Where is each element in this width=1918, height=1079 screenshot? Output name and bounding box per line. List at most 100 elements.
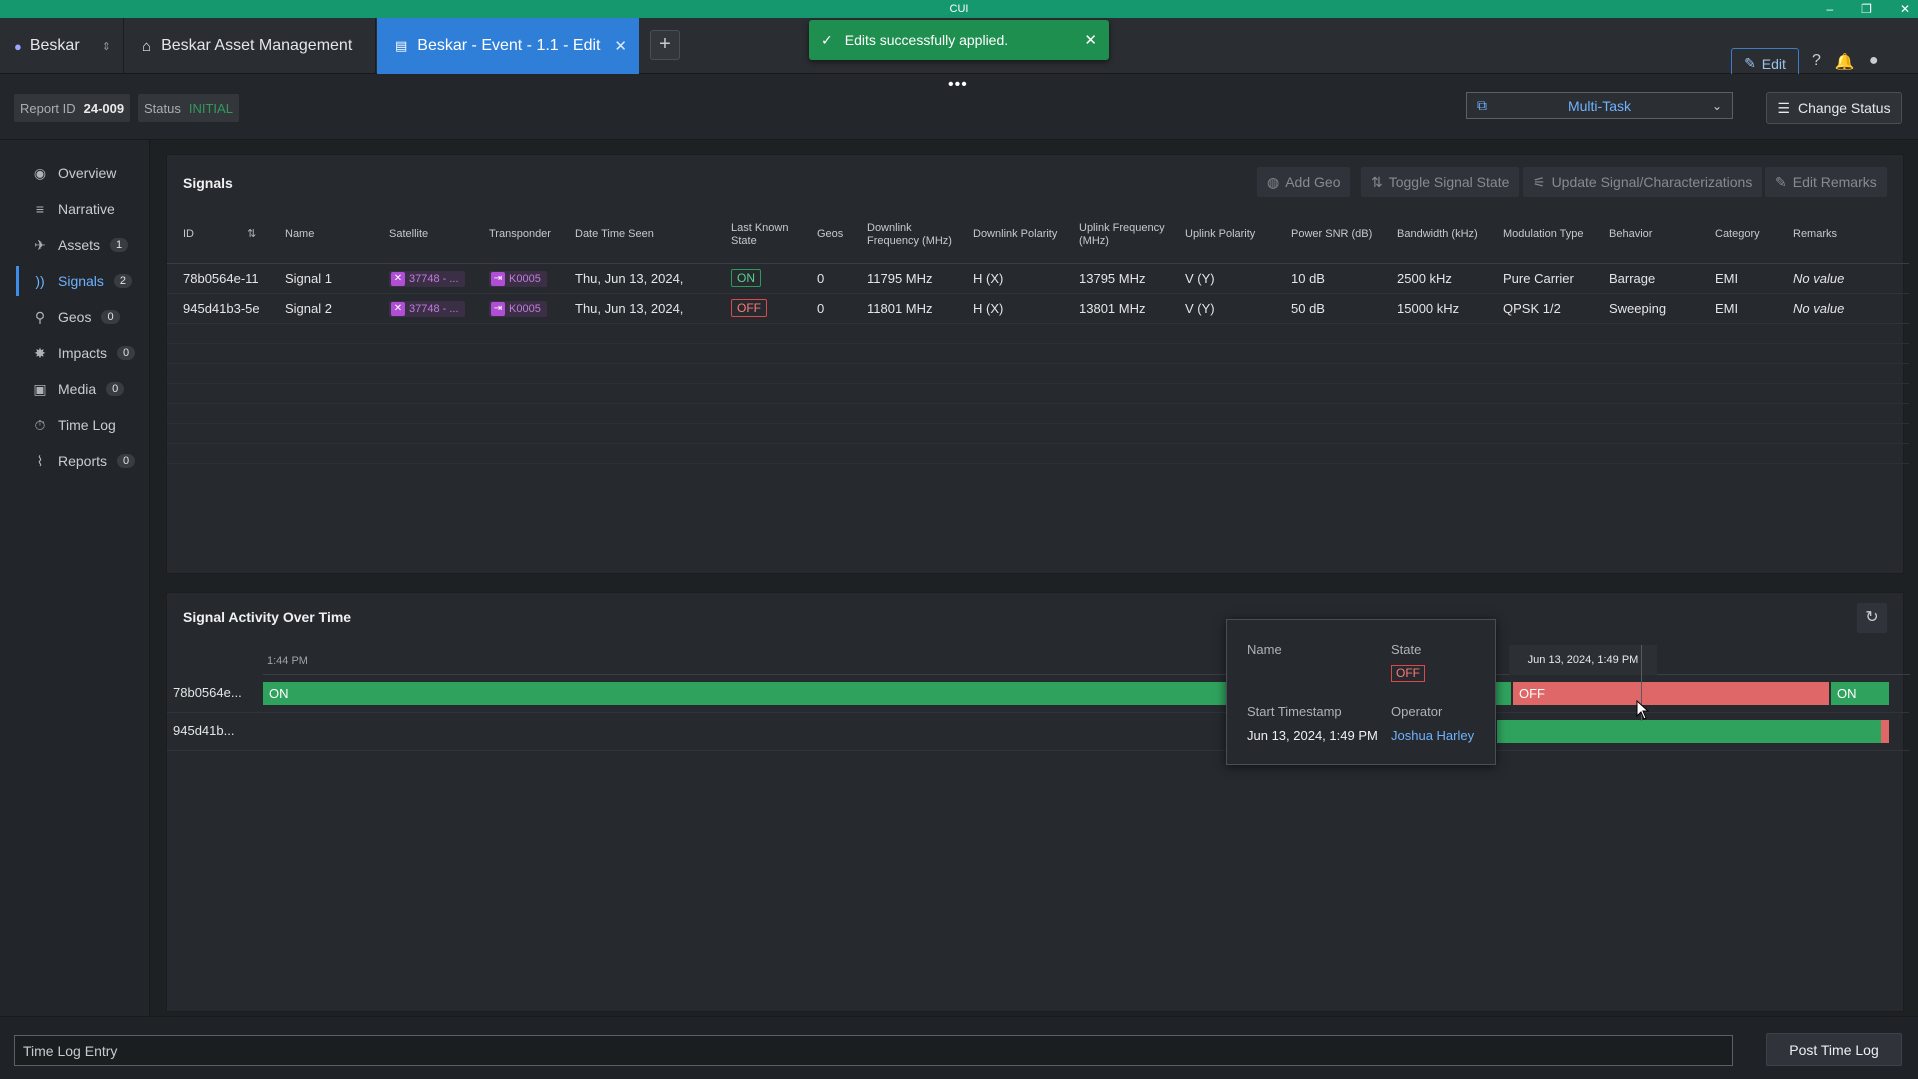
add-tab-button[interactable]: +	[650, 30, 680, 60]
cell-dl-pol: H (X)	[957, 263, 1063, 294]
sidebar-item-label: Narrative	[58, 201, 115, 217]
sidebar-item-signals[interactable]: )) Signals 2	[16, 266, 150, 296]
transponder-pill[interactable]: ⇥ K0005	[489, 271, 547, 287]
update-signal-button[interactable]: ⚟ Update Signal/Characterizations	[1523, 167, 1763, 197]
cell-category: EMI	[1699, 263, 1777, 294]
count-badge: 0	[117, 346, 136, 360]
tooltip-operator-link[interactable]: Joshua Harley	[1391, 728, 1474, 743]
help-icon[interactable]: ?	[1812, 52, 1821, 72]
col-behavior[interactable]: Behavior	[1593, 207, 1699, 264]
tooltip-operator-label: Operator	[1391, 704, 1443, 719]
close-tab-icon[interactable]: ✕	[614, 37, 627, 55]
count-badge: 0	[106, 382, 125, 396]
transponder-pill[interactable]: ⇥ K0005	[489, 301, 547, 317]
sliders-icon: ⚟	[1533, 173, 1546, 190]
empty-row	[167, 403, 1909, 424]
timeline-bar-off[interactable]	[1881, 720, 1889, 743]
sidebar-item-label: Overview	[58, 165, 117, 181]
change-status-label: Change Status	[1797, 100, 1891, 116]
cell-dl-freq: 11801 MHz	[851, 293, 957, 324]
col-date-time-seen[interactable]: Date Time Seen	[559, 207, 715, 264]
sidebar-item-label: Assets	[58, 237, 101, 253]
window-controls: – ❐ ✕	[1826, 0, 1910, 18]
sidebar-item-time-log[interactable]: ⏱ Time Log	[16, 410, 150, 440]
table-row[interactable]: 945d41b3-5e Signal 2 ✕ 37748 - ... ⇥ K0005…	[167, 293, 1909, 324]
activity-title: Signal Activity Over Time	[183, 609, 352, 625]
change-status-button[interactable]: ☰ Change Status	[1766, 92, 1902, 124]
col-id[interactable]: ID ⇅	[167, 207, 269, 264]
lines-icon: ≡	[35, 201, 45, 217]
sidebar-item-narrative[interactable]: ≡ Narrative	[16, 194, 150, 224]
updown-chevron-icon: ⇕	[101, 40, 111, 53]
col-downlink-polarity[interactable]: Downlink Polarity	[957, 207, 1063, 264]
sidebar: ◉ Overview ≡ Narrative ✈ Assets 1 )) Sig…	[0, 140, 150, 1016]
bell-icon[interactable]: 🔔	[1835, 52, 1855, 72]
multitask-select[interactable]: ⧉ Multi-Task ⌄	[1466, 92, 1733, 119]
edit-remarks-button[interactable]: ✎ Edit Remarks	[1765, 167, 1887, 197]
more-icon[interactable]: •••	[948, 76, 968, 94]
sidebar-item-label: Media	[58, 381, 97, 397]
tab-label: Beskar - Event - 1.1 - Edit	[417, 37, 601, 54]
sidebar-item-overview[interactable]: ◉ Overview	[16, 158, 150, 188]
sidebar-item-reports[interactable]: ⌇ Reports 0	[16, 446, 150, 476]
transponder-icon: ⇥	[491, 302, 505, 316]
col-modulation-type[interactable]: Modulation Type	[1487, 207, 1593, 264]
signals-title: Signals	[183, 175, 233, 191]
col-satellite[interactable]: Satellite	[373, 207, 473, 264]
sidebar-item-assets[interactable]: ✈ Assets 1	[16, 230, 150, 260]
toggle-signal-state-button[interactable]: ⇅ Toggle Signal State	[1361, 167, 1520, 197]
close-window-icon[interactable]: ✕	[1900, 0, 1910, 18]
tab-asset-management[interactable]: ⌂ Beskar Asset Management	[124, 18, 376, 74]
tab-event-edit[interactable]: ▤ Beskar - Event - 1.1 - Edit ✕	[377, 18, 639, 74]
satellite-pill[interactable]: ✕ 37748 - ...	[389, 271, 465, 287]
check-icon: ✓	[821, 31, 833, 48]
tab-label: Beskar Asset Management	[161, 37, 353, 54]
maximize-icon[interactable]: ❐	[1861, 0, 1872, 18]
report-id-chip: Report ID 24-009	[14, 94, 131, 122]
cell-dl-pol: H (X)	[957, 293, 1063, 324]
cell-state: ON	[715, 263, 801, 294]
user-icon[interactable]: ●	[1869, 52, 1879, 72]
cell-ul-pol: V (Y)	[1169, 293, 1275, 324]
timeline-axis: 1:44 PM	[263, 645, 1910, 675]
signal-icon: ))	[35, 273, 45, 289]
report-bar: ••• Report ID 24-009 Status INITIAL ⧉ Mu…	[0, 74, 1918, 140]
post-time-log-button[interactable]: Post Time Log	[1766, 1033, 1902, 1066]
cell-date-seen: Thu, Jun 13, 2024,	[559, 263, 715, 294]
timeline-row-label: 78b0564e...	[173, 685, 242, 700]
col-category[interactable]: Category	[1699, 207, 1777, 264]
sidebar-item-media[interactable]: ▣ Media 0	[16, 374, 150, 404]
count-badge: 2	[113, 274, 133, 288]
refresh-icon[interactable]: ↻	[1857, 603, 1887, 633]
sidebar-item-geos[interactable]: ⚲ Geos 0	[16, 302, 150, 332]
status-label: Status	[144, 100, 181, 116]
close-toast-icon[interactable]: ✕	[1084, 31, 1097, 49]
col-bandwidth[interactable]: Bandwidth (kHz)	[1381, 207, 1487, 264]
col-downlink-frequency[interactable]: Downlink Frequency (MHz)	[851, 207, 957, 264]
sort-icon[interactable]: ⇅	[247, 228, 256, 240]
empty-row	[167, 383, 1909, 404]
col-last-known-state[interactable]: Last Known State	[715, 207, 801, 264]
header-icons: ? 🔔 ●	[1812, 52, 1879, 72]
add-geo-button[interactable]: ◍ Add Geo	[1257, 167, 1351, 197]
minimize-icon[interactable]: –	[1826, 0, 1833, 18]
app-name: Beskar	[29, 37, 80, 54]
app-switcher[interactable]: ● Beskar ⇕	[0, 18, 124, 74]
col-uplink-frequency[interactable]: Uplink Frequency (MHz)	[1063, 207, 1169, 264]
cell-remarks: No value	[1777, 293, 1909, 324]
timeline-bar-off[interactable]: OFF	[1513, 682, 1829, 705]
col-power-snr[interactable]: Power SNR (dB)	[1275, 207, 1381, 264]
time-log-input[interactable]	[14, 1035, 1733, 1066]
col-geos[interactable]: Geos	[801, 207, 851, 264]
paperclip-icon: ⌇	[36, 452, 44, 469]
col-transponder[interactable]: Transponder	[473, 207, 559, 264]
col-name[interactable]: Name	[269, 207, 373, 264]
pencil-icon: ✎	[1744, 55, 1756, 71]
satellite-pill[interactable]: ✕ 37748 - ...	[389, 301, 465, 317]
timeline-bar-on[interactable]: ON	[1831, 682, 1889, 705]
table-row[interactable]: 78b0564e-11 Signal 1 ✕ 37748 - ... ⇥ K0005…	[167, 263, 1909, 294]
col-uplink-polarity[interactable]: Uplink Polarity	[1169, 207, 1275, 264]
timeline-bar-on[interactable]	[1497, 720, 1881, 743]
sidebar-item-impacts[interactable]: ✸ Impacts 0	[16, 338, 150, 368]
col-remarks[interactable]: Remarks	[1777, 207, 1909, 264]
